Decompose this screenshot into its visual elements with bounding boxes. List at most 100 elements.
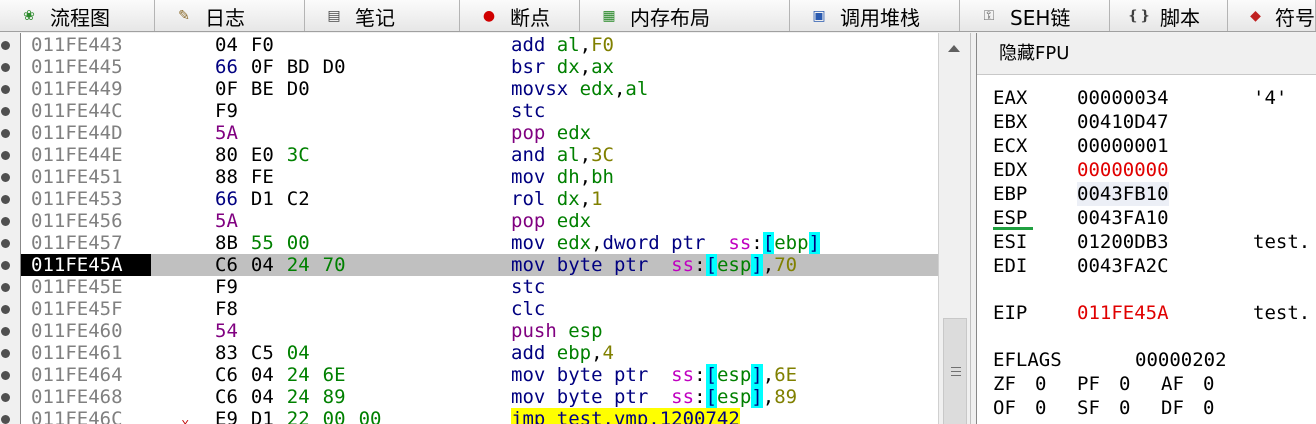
instruction-token: add bbox=[511, 342, 557, 364]
opcode-byte: 04 bbox=[286, 342, 310, 364]
breakpoint-dot-icon[interactable] bbox=[1, 283, 10, 292]
register-row-edi[interactable]: EDI 0043FA2C bbox=[977, 254, 1316, 278]
tab-call-stack[interactable]: ▣ 调用堆栈 bbox=[790, 0, 960, 31]
instruction-token: , bbox=[579, 34, 592, 56]
disasm-row[interactable]: 011FE44D 5A pop edx bbox=[21, 122, 938, 144]
breakpoint-dot-icon[interactable] bbox=[1, 41, 10, 50]
disasm-row[interactable]: 011FE45A C6 04 24 70 mov byte ptr ss:[esp],70 bbox=[21, 254, 938, 276]
register-value[interactable]: 0043FB10 bbox=[1077, 182, 1169, 206]
tab-memory-map[interactable]: ▦ 内存布局 bbox=[580, 0, 790, 31]
flag-zf[interactable]: ZF bbox=[993, 372, 1016, 396]
disasm-row[interactable]: 011FE45F F8 clc bbox=[21, 298, 938, 320]
hide-fpu-button[interactable]: 隐藏FPU bbox=[977, 33, 1316, 75]
disasm-row[interactable]: 011FE453 66 D1 C2 rol dx,1 bbox=[21, 188, 938, 210]
instruction-cell: push esp bbox=[511, 320, 603, 342]
disasm-row[interactable]: 011FE46C ⌄ E9 D1 22 00 00 jmp test.vmp.1200742 bbox=[21, 408, 938, 424]
disasm-row[interactable]: 011FE44C F9 stc bbox=[21, 100, 938, 122]
register-row-edx[interactable]: EDX 00000000 bbox=[977, 158, 1316, 182]
opcode-byte: 00 bbox=[286, 232, 310, 254]
flag-value[interactable]: 0 bbox=[1035, 396, 1046, 420]
breakpoint-gutter[interactable] bbox=[0, 33, 20, 424]
disasm-row[interactable]: 011FE451 88 FE mov dh,bh bbox=[21, 166, 938, 188]
eflags-row[interactable]: EFLAGS 00000202 bbox=[993, 348, 1313, 372]
opcode-byte: 6E bbox=[322, 364, 346, 386]
register-row-ebp[interactable]: EBP 0043FB10 bbox=[977, 182, 1316, 206]
flag-pf[interactable]: PF bbox=[1077, 372, 1100, 396]
flag-value[interactable]: 0 bbox=[1203, 372, 1214, 396]
breakpoint-dot-icon[interactable] bbox=[1, 173, 10, 182]
register-value[interactable]: 011FE45A bbox=[1077, 301, 1169, 325]
flag-value[interactable]: 0 bbox=[1035, 372, 1046, 396]
breakpoint-dot-icon[interactable] bbox=[1, 327, 10, 336]
breakpoint-dot-icon[interactable] bbox=[1, 63, 10, 72]
tab-breakpoint[interactable]: ● 断点 bbox=[460, 0, 580, 31]
tab-flowchart[interactable]: ❀ 流程图 bbox=[0, 0, 155, 31]
flag-value[interactable]: 0 bbox=[1119, 396, 1130, 420]
opcode-byte: 89 bbox=[322, 386, 346, 408]
tab-symbols[interactable]: ◆ 符号 bbox=[1228, 0, 1316, 31]
breakpoint-dot-icon[interactable] bbox=[1, 349, 10, 358]
disasm-row[interactable]: 011FE457 8B 55 00 mov edx,dword ptr ss:[ebp] bbox=[21, 232, 938, 254]
breakpoint-dot-icon[interactable] bbox=[1, 217, 10, 226]
breakpoint-dot-icon[interactable] bbox=[1, 129, 10, 138]
address-cell: 011FE453 bbox=[31, 188, 123, 210]
register-row-eip[interactable]: EIP 011FE45A test. bbox=[977, 301, 1316, 325]
memory-map-icon: ▦ bbox=[602, 8, 616, 24]
register-value[interactable]: 00000000 bbox=[1077, 158, 1169, 182]
breakpoint-dot-icon[interactable] bbox=[1, 371, 10, 380]
register-value[interactable]: 0043FA10 bbox=[1077, 206, 1169, 230]
register-row-esi[interactable]: ESI 01200DB3 test. bbox=[977, 230, 1316, 254]
flag-value[interactable]: 0 bbox=[1119, 372, 1130, 396]
opcode-byte: C6 bbox=[215, 386, 238, 408]
eflags-value[interactable]: 00000202 bbox=[1135, 348, 1227, 372]
register-row-ecx[interactable]: ECX 00000001 bbox=[977, 134, 1316, 158]
tab-script[interactable]: ❴❵ 脚本 bbox=[1110, 0, 1228, 31]
flags-row: OF 0 SF 0 DF 0 bbox=[993, 396, 1313, 420]
breakpoint-dot-icon[interactable] bbox=[1, 85, 10, 94]
flag-df[interactable]: DF bbox=[1161, 396, 1184, 420]
flag-af[interactable]: AF bbox=[1161, 372, 1184, 396]
flag-of[interactable]: OF bbox=[993, 396, 1016, 420]
register-value[interactable]: 01200DB3 bbox=[1077, 230, 1169, 254]
tab-notes[interactable]: ▤ 笔记 bbox=[305, 0, 460, 31]
disasm-row[interactable]: 011FE464 C6 04 24 6E mov byte ptr ss:[esp],6E bbox=[21, 364, 938, 386]
register-value[interactable]: 00000001 bbox=[1077, 134, 1169, 158]
breakpoint-dot-icon[interactable] bbox=[1, 261, 10, 270]
opcode-byte: 66 bbox=[215, 188, 238, 210]
instruction-token: dx bbox=[556, 56, 580, 78]
breakpoint-dot-icon[interactable] bbox=[1, 415, 10, 424]
scroll-thumb[interactable] bbox=[943, 318, 967, 424]
register-row-eax[interactable]: EAX 00000034 '4' bbox=[977, 86, 1316, 110]
register-value[interactable]: 00410D47 bbox=[1077, 110, 1169, 134]
scroll-up-arrow-icon[interactable] bbox=[948, 45, 960, 52]
breakpoint-dot-icon[interactable] bbox=[1, 305, 10, 314]
disasm-row[interactable]: 011FE45E F9 stc bbox=[21, 276, 938, 298]
disasm-row[interactable]: 011FE468 C6 04 24 89 mov byte ptr ss:[esp],89 bbox=[21, 386, 938, 408]
disassembly-scrollbar[interactable] bbox=[938, 33, 970, 424]
register-value[interactable]: 00000034 bbox=[1077, 86, 1169, 110]
disasm-row[interactable]: 011FE460 54 push esp bbox=[21, 320, 938, 342]
breakpoint-dot-icon[interactable] bbox=[1, 107, 10, 116]
flag-value[interactable]: 0 bbox=[1203, 396, 1214, 420]
breakpoint-dot-icon[interactable] bbox=[1, 239, 10, 248]
disasm-row[interactable]: 011FE456 5A pop edx bbox=[21, 210, 938, 232]
register-row-ebx[interactable]: EBX 00410D47 bbox=[977, 110, 1316, 134]
instruction-token: 1 bbox=[591, 188, 603, 210]
disasm-row[interactable]: 011FE449 0F BE D0 movsx edx,al bbox=[21, 78, 938, 100]
flag-sf[interactable]: SF bbox=[1077, 396, 1100, 420]
breakpoint-dot-icon[interactable] bbox=[1, 393, 10, 402]
tab-log[interactable]: ✎ 日志 bbox=[155, 0, 305, 31]
disasm-row[interactable]: 011FE461 83 C5 04 add ebp,4 bbox=[21, 342, 938, 364]
tab-seh-chain[interactable]: ⚿ SEH链 bbox=[960, 0, 1110, 31]
instruction-token: edx bbox=[556, 232, 592, 254]
disasm-row[interactable]: 011FE443 04 F0 add al,F0 bbox=[21, 34, 938, 56]
disassembly-view[interactable]: 011FE443 04 F0 add al,F0 011FE445 66 0F BD D0 bsr… bbox=[20, 33, 938, 424]
register-row-esp[interactable]: ESP 0043FA10 bbox=[977, 206, 1316, 230]
instruction-token: : bbox=[694, 364, 706, 386]
register-comment: test. bbox=[1253, 302, 1311, 324]
disasm-row[interactable]: 011FE445 66 0F BD D0 bsr dx,ax bbox=[21, 56, 938, 78]
disasm-row[interactable]: 011FE44E 80 E0 3C and al,3C bbox=[21, 144, 938, 166]
register-value[interactable]: 0043FA2C bbox=[1077, 254, 1169, 278]
breakpoint-dot-icon[interactable] bbox=[1, 195, 10, 204]
breakpoint-dot-icon[interactable] bbox=[1, 151, 10, 160]
